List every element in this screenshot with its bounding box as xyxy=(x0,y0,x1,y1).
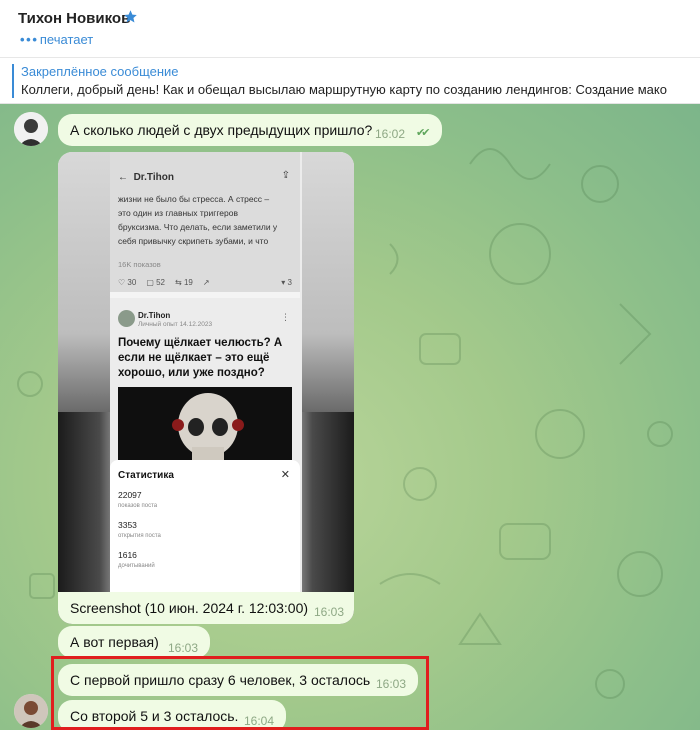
screenshot-image[interactable]: ← Dr.Tihon ⇪ жизни не было бы стресса. А… xyxy=(58,152,354,624)
sender-avatar[interactable] xyxy=(14,694,48,728)
message-bubble[interactable]: А вот первая) 16:03 xyxy=(58,626,210,658)
image-caption: Screenshot (10 июн. 2024 г. 12:03:00) 16… xyxy=(58,592,354,624)
post-line: это один из главных триггеров xyxy=(118,208,238,218)
post-line: жизни не было бы стресса. А стресс – xyxy=(118,194,270,204)
message-bubble[interactable]: А сколько людей с двух предыдущих пришло… xyxy=(58,114,442,146)
stat-value: 3353 xyxy=(118,520,137,530)
stat-label: дочитываний xyxy=(118,563,155,569)
pinned-text: Коллеги, добрый день! Как и обещал высыл… xyxy=(21,82,667,97)
pinned-message[interactable]: Закреплённое сообщение Коллеги, добрый д… xyxy=(0,58,700,104)
app-title: Dr.Tihon xyxy=(133,172,174,183)
comment-icon: ▢ 52 xyxy=(146,278,165,287)
phone-screen: ← Dr.Tihon ⇪ жизни не было бы стресса. А… xyxy=(110,152,300,624)
share-icon: ⇪ xyxy=(281,170,290,181)
more-icon: ⋮ xyxy=(281,312,290,322)
stat-value: 1616 xyxy=(118,550,137,560)
message-time: 16:03 xyxy=(313,605,344,619)
pinned-title: Закреплённое сообщение xyxy=(21,64,179,79)
post-line: бруксизма. Что делать, если заметили у xyxy=(118,222,278,232)
double-check-icon: ✔✔ xyxy=(416,127,431,139)
share-small-icon: ↗ xyxy=(202,278,210,287)
like-icon: ♡ 30 xyxy=(118,278,137,287)
back-arrow-icon: ← Dr.Tihon xyxy=(118,172,174,183)
image-edge xyxy=(58,152,110,412)
post-actions: ♡ 30 ▢ 52 ⇆ 19 ↗ ▾ 3 xyxy=(118,278,292,287)
views-label: 16K показов xyxy=(118,260,161,269)
author-avatar xyxy=(118,310,135,327)
chat-area[interactable]: А сколько людей с двух предыдущих пришло… xyxy=(0,104,700,730)
message-text: А вот первая) xyxy=(70,634,159,650)
bookmark-icon: ▾ 3 xyxy=(281,278,292,287)
post-line: себя привычку скрипеть зубами, и что xyxy=(118,236,269,246)
star-icon xyxy=(123,9,138,28)
typing-status-text: печатает xyxy=(39,32,94,47)
close-icon: ✕ xyxy=(280,469,290,481)
caption-text: Screenshot (10 июн. 2024 г. 12:03:00) xyxy=(70,600,309,616)
contact-name[interactable]: Тихон Новиков xyxy=(18,10,130,27)
chat-header[interactable]: Тихон Новиков • • • печатает xyxy=(0,0,700,58)
message-time: 16:02 xyxy=(375,127,406,141)
post-meta: Личный опыт 14.12.2023 xyxy=(138,321,213,328)
highlight-box xyxy=(51,656,429,730)
message-text: А сколько людей с двух предыдущих пришло… xyxy=(70,122,373,138)
post-author: Dr.Tihon xyxy=(138,311,171,320)
typing-status: • • • печатает xyxy=(20,32,93,47)
stat-value: 22097 xyxy=(118,490,142,500)
stats-title: Статистика xyxy=(118,470,174,481)
message-time: 16:03 xyxy=(168,641,199,655)
image-edge xyxy=(302,152,354,412)
sender-avatar[interactable] xyxy=(14,112,48,146)
stat-label: открытия поста xyxy=(118,533,161,539)
pinned-accent-bar xyxy=(12,64,14,98)
stat-label: показов поста xyxy=(118,503,158,509)
typing-dots-icon: • • • xyxy=(20,32,37,47)
post-headline: Почему щёлкает челюсть? А если не щёлкае… xyxy=(118,337,283,379)
repost-icon: ⇆ 19 xyxy=(175,278,193,287)
